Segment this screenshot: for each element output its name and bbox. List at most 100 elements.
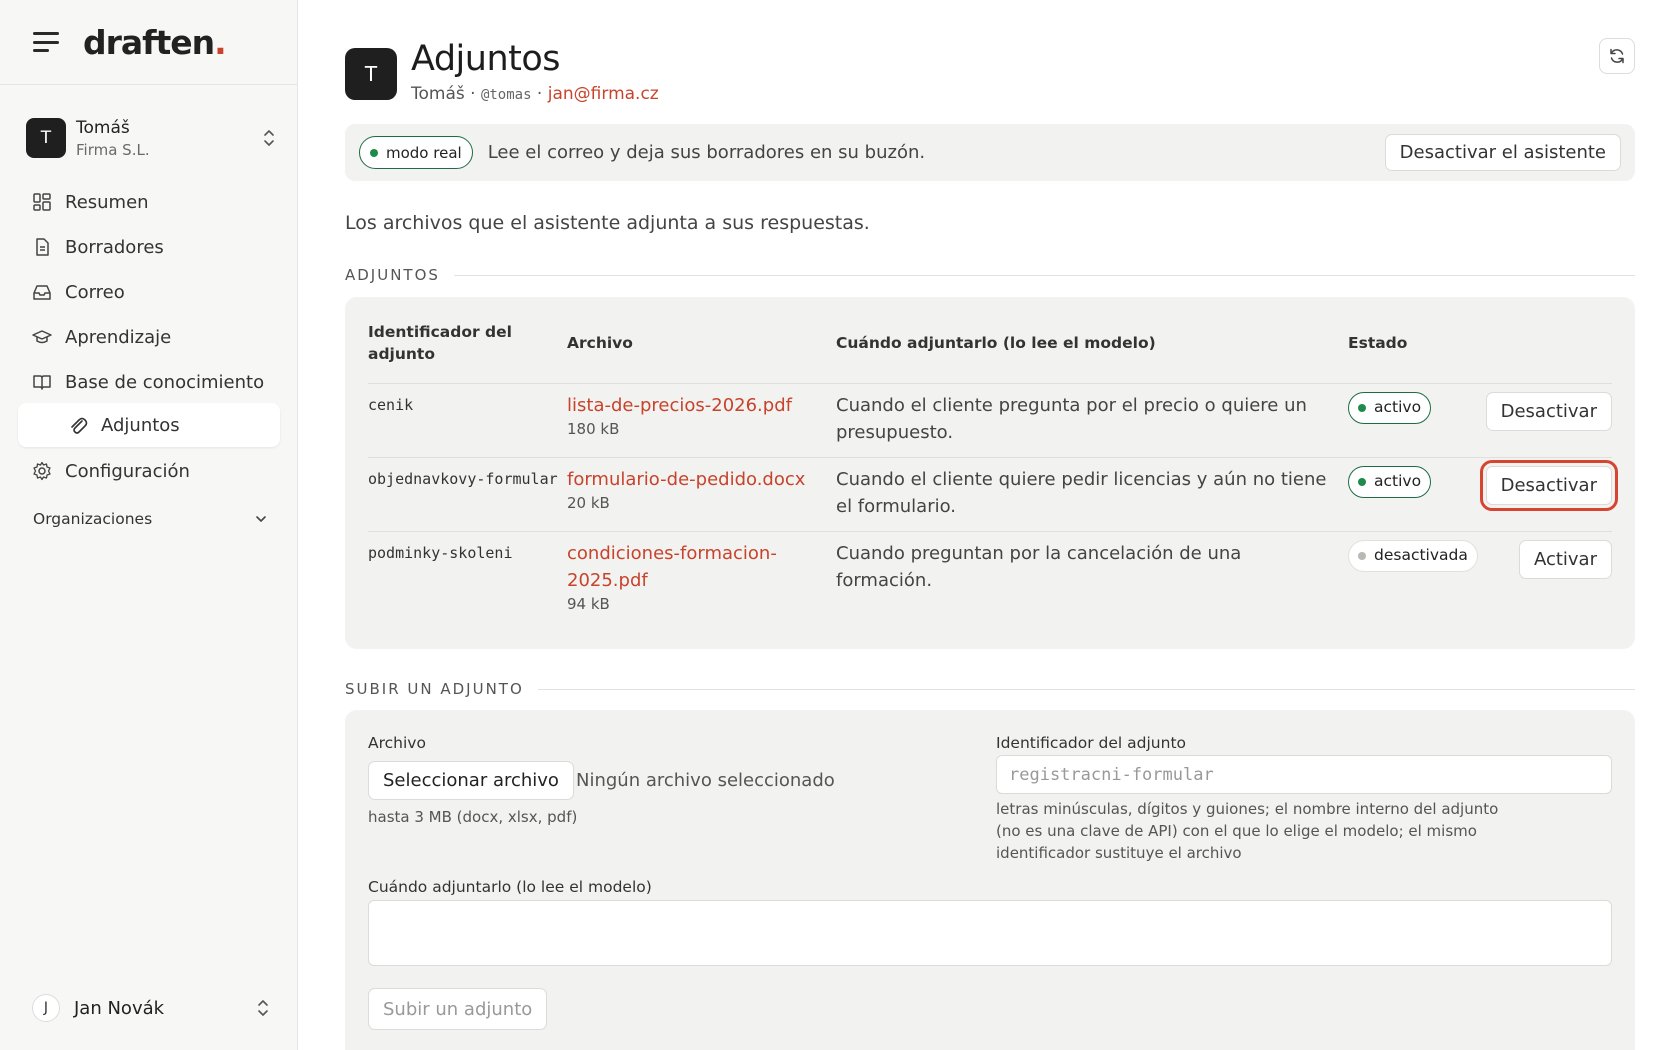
status-badge: activo (1348, 465, 1432, 498)
column-header-action (1478, 297, 1612, 383)
account-avatar: T (26, 118, 66, 158)
status-label: desactivada (1374, 546, 1468, 564)
sidebar-item-adjuntos[interactable]: Adjuntos (18, 403, 280, 447)
main-content: T Adjuntos Tomáš · @tomas · jan@firma.cz… (345, 0, 1635, 1050)
header-handle: @tomas (480, 87, 532, 103)
attachment-when: Cuando el cliente quiere pedir licencias… (836, 456, 1348, 531)
attachment-id: cenik (368, 382, 567, 457)
attachment-file-link[interactable]: condiciones-formacion-2025.pdf (567, 540, 806, 594)
column-header-when: Cuándo adjuntarlo (lo lee el modelo) (836, 333, 1156, 352)
table-row: objednavkovy-formular formulario-de-pedi… (368, 456, 1619, 531)
when-textarea[interactable] (368, 900, 1612, 966)
attachments-section-title: ADJUNTOS (345, 266, 1635, 284)
header-avatar: T (345, 48, 397, 100)
account-switcher[interactable]: T Tomáš Firma S.L. (26, 114, 276, 162)
table-header-row: Identificador del adjunto Archivo Cuándo… (368, 297, 1612, 383)
sidebar-item-borradores[interactable]: Borradores (18, 225, 280, 269)
book-icon (33, 375, 51, 390)
banner-text: Lee el correo y deja sus borradores en s… (487, 142, 926, 163)
status-dot (1358, 403, 1366, 412)
graduation-cap-icon (32, 330, 52, 344)
attachment-file-size: 180 kB (567, 419, 620, 438)
divider (537, 688, 1635, 690)
attachment-file-link[interactable]: lista-de-precios-2026.pdf (567, 392, 836, 419)
attachment-id-input[interactable] (996, 755, 1612, 794)
attachment-id: objednavkovy-formular (368, 456, 567, 531)
status-badge: desactivada (1348, 539, 1478, 572)
sidebar-item-base-de-conocimiento[interactable]: Base de conocimiento (18, 360, 280, 404)
file-label: Archivo (368, 734, 426, 752)
column-header-id: Identificador del adjunto (368, 322, 512, 363)
user-menu[interactable]: J Jan Novák (32, 993, 270, 1023)
attachment-file-size: 94 kB (567, 594, 610, 613)
header-name: Tomáš (411, 84, 465, 104)
sidebar: draften. T Tomáš Firma S.L. Resumen Borr… (0, 0, 298, 1050)
status-badge: activo (1348, 391, 1432, 424)
mode-badge: modo real (359, 136, 473, 169)
page-title: Adjuntos (411, 39, 561, 79)
status-dot (1358, 551, 1366, 560)
header-email-link[interactable]: jan@firma.cz (548, 84, 659, 104)
chevron-up-down-icon (264, 130, 274, 146)
no-file-text: Ningún archivo seleccionado (576, 770, 835, 791)
menu-icon[interactable] (33, 32, 59, 52)
sidebar-item-correo[interactable]: Correo (18, 270, 280, 314)
page-header: T Adjuntos Tomáš · @tomas · jan@firma.cz (345, 38, 659, 104)
when-label: Cuándo adjuntarlo (lo lee el modelo) (368, 878, 652, 896)
document-icon (36, 238, 49, 256)
user-avatar: J (32, 994, 60, 1022)
organizations-toggle[interactable]: Organizaciones (33, 510, 268, 528)
refresh-icon (1610, 48, 1624, 64)
mode-label: modo real (386, 143, 462, 162)
table-row: podminky-skoleni condiciones-formacion-2… (368, 530, 1612, 627)
sidebar-item-aprendizaje[interactable]: Aprendizaje (18, 315, 280, 359)
assistant-status-banner: modo real Lee el correo y deja sus borra… (345, 124, 1635, 181)
attachment-id: podminky-skoleni (368, 530, 567, 627)
attachment-when: Cuando preguntan por la cancelación de u… (836, 530, 1348, 627)
sidebar-item-resumen[interactable]: Resumen (18, 180, 280, 224)
select-file-button[interactable]: Seleccionar archivo (368, 761, 574, 800)
upload-section-title: SUBIR UN ADJUNTO (345, 680, 1635, 698)
separator: · (531, 84, 548, 104)
sidebar-item-label: Resumen (65, 191, 149, 213)
attachments-table: Identificador del adjunto Archivo Cuándo… (368, 297, 1619, 627)
table-row: cenik lista-de-precios-2026.pdf 180 kB Cu… (368, 382, 1612, 457)
status-dot (1358, 477, 1366, 486)
upload-attachment-button[interactable]: Subir un adjunto (368, 988, 548, 1030)
attachment-file-size: 20 kB (567, 493, 610, 512)
upload-form: Archivo Seleccionar archivo Ningún archi… (345, 710, 1635, 1050)
paperclip-icon (71, 417, 88, 434)
attachment-when: Cuando el cliente pregunta por el precio… (836, 382, 1348, 457)
attachments-table-card: Identificador del adjunto Archivo Cuándo… (345, 297, 1635, 649)
section-title: ADJUNTOS (345, 266, 440, 284)
page-intro: Los archivos que el asistente adjunta a … (345, 212, 870, 234)
divider (453, 274, 1635, 276)
status-label: activo (1374, 472, 1422, 490)
section-title: SUBIR UN ADJUNTO (345, 680, 524, 698)
column-header-status: Estado (1348, 333, 1408, 352)
refresh-button[interactable] (1599, 38, 1635, 74)
attachment-file-link[interactable]: formulario-de-pedido.docx (567, 466, 836, 493)
id-label: Identificador del adjunto (996, 734, 1187, 752)
sidebar-item-configuracion[interactable]: Configuración (18, 449, 280, 493)
page-subtitle: Tomáš · @tomas · jan@firma.cz (411, 84, 659, 104)
id-hint: letras minúsculas, dígitos y guiones; el… (996, 800, 1499, 862)
sidebar-item-label: Borradores (65, 236, 164, 258)
account-org: Firma S.L. (76, 140, 150, 159)
activate-attachment-button[interactable]: Activar (1518, 539, 1612, 579)
sidebar-item-label: Aprendizaje (65, 326, 172, 348)
deactivate-assistant-button[interactable]: Desactivar el asistente (1384, 134, 1621, 171)
deactivate-attachment-button[interactable]: Desactivar (1479, 459, 1619, 511)
sidebar-item-label: Correo (65, 281, 125, 303)
status-dot (370, 148, 378, 157)
status-label: activo (1374, 398, 1422, 416)
column-header-file: Archivo (567, 333, 633, 352)
deactivate-attachment-button[interactable]: Desactivar (1485, 391, 1612, 431)
logo[interactable]: draften. (83, 23, 227, 62)
account-name: Tomáš (76, 117, 130, 138)
inbox-icon (33, 285, 51, 300)
gear-icon (33, 461, 51, 481)
organizations-label: Organizaciones (33, 510, 153, 528)
sidebar-item-label: Base de conocimiento (65, 371, 265, 393)
chevron-up-down-icon (258, 1000, 268, 1016)
